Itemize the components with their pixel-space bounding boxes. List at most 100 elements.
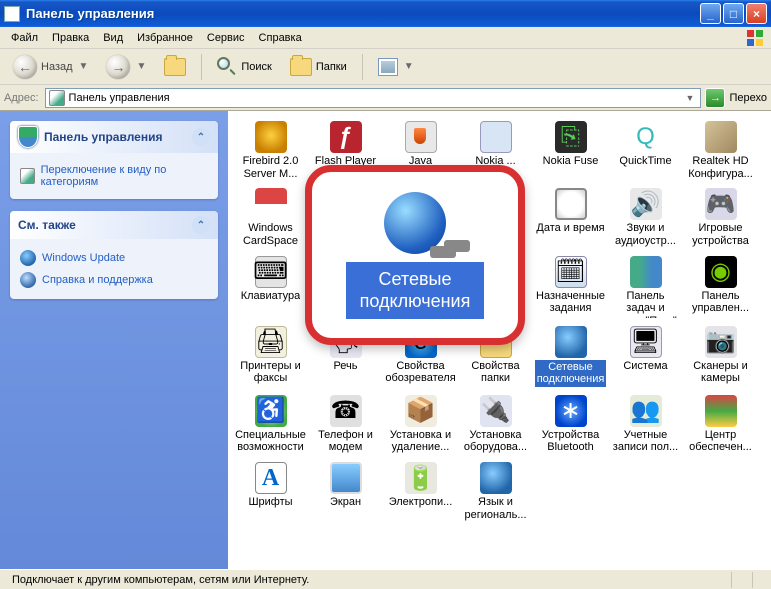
switch-category-view-link[interactable]: Переключение к виду по категориям <box>20 161 208 191</box>
item-label: Экран <box>330 496 361 509</box>
item-label: Телефон и модем <box>311 429 380 454</box>
panel-title: См. также <box>18 218 76 232</box>
item-windows-cardspace[interactable]: Windows CardSpace <box>234 186 307 249</box>
menu-edit[interactable]: Правка <box>45 30 96 46</box>
item-scanners-cameras[interactable]: 📷Сканеры и камеры <box>684 324 757 389</box>
item-empty <box>534 460 607 523</box>
item-add-hardware[interactable]: 🔌Установка оборудова... <box>459 393 532 456</box>
item-label: Устройства Bluetooth <box>536 429 605 454</box>
gamepad-icon: 🎮 <box>705 188 737 220</box>
item-fonts[interactable]: AШрифты <box>234 460 307 523</box>
item-realtek-hd[interactable]: Realtek HD Конфигура... <box>684 119 757 182</box>
maximize-button[interactable]: □ <box>723 3 744 24</box>
menu-favorites[interactable]: Избранное <box>130 30 200 46</box>
item-label: Свойства папки <box>461 360 530 385</box>
printer-icon: 🖨 <box>255 326 287 358</box>
sidebar: Панель управления ⌃ Переключение к виду … <box>0 111 228 569</box>
menubar: Файл Правка Вид Избранное Сервис Справка <box>0 27 771 49</box>
item-regional-language[interactable]: Язык и региональ... <box>459 460 532 523</box>
item-label: Электропи... <box>389 496 453 509</box>
cardspace-icon <box>255 188 287 220</box>
menu-tools[interactable]: Сервис <box>200 30 252 46</box>
panel-header[interactable]: Панель управления ⌃ <box>10 121 218 153</box>
item-system[interactable]: 🖥 Система <box>609 324 682 389</box>
forward-arrow-icon: → <box>106 55 130 79</box>
category-view-icon <box>20 168 35 184</box>
quicktime-icon: Q <box>630 121 662 153</box>
speaker-icon <box>705 121 737 153</box>
menu-view[interactable]: Вид <box>96 30 130 46</box>
item-label: Речь <box>333 360 357 373</box>
item-label: Назначенные задания <box>536 290 605 315</box>
item-nvidia-panel[interactable]: ◉Панель управлен... <box>684 254 757 320</box>
panel-header[interactable]: См. также ⌃ <box>10 211 218 239</box>
item-quicktime[interactable]: QQuickTime <box>609 119 682 182</box>
collapse-icon[interactable]: ⌃ <box>192 128 210 146</box>
item-printers-faxes[interactable]: 🖨Принтеры и факсы <box>234 324 307 389</box>
item-label: Система <box>623 360 667 373</box>
views-dropdown-icon: ▼ <box>404 61 414 72</box>
clock-icon <box>555 188 587 220</box>
item-label: Сетевые подключения <box>535 360 607 387</box>
item-sounds-audio[interactable]: 🔊Звуки и аудиоустр... <box>609 186 682 249</box>
address-dropdown-icon[interactable]: ▼ <box>682 93 697 103</box>
java-icon <box>405 121 437 153</box>
item-display[interactable]: Экран <box>309 460 382 523</box>
display-icon <box>330 462 362 494</box>
system-icon: 🖥 <box>630 326 662 358</box>
windows-update-link[interactable]: Windows Update <box>20 247 208 269</box>
item-phone-modem[interactable]: ☎Телефон и модем <box>309 393 382 456</box>
item-accessibility[interactable]: ♿Специальные возможности <box>234 393 307 456</box>
item-label: Клавиатура <box>241 290 301 303</box>
item-label: Firebird 2.0 Server M... <box>236 155 305 180</box>
search-button[interactable]: Поиск <box>210 54 278 80</box>
back-label: Назад <box>41 61 73 73</box>
fonts-icon: A <box>255 462 287 494</box>
item-label: Звуки и аудиоустр... <box>611 222 680 247</box>
go-label: Перехо <box>729 92 767 104</box>
item-label: Панель управлен... <box>686 290 755 315</box>
titlebar: Панель управления _ □ × <box>0 0 771 27</box>
item-power-options[interactable]: 🔋Электропи... <box>384 460 457 523</box>
item-bluetooth-devices[interactable]: ∗Устройства Bluetooth <box>534 393 607 456</box>
item-keyboard[interactable]: ⌨Клавиатура <box>234 254 307 320</box>
toolbar-separator <box>362 54 363 80</box>
item-security-center[interactable]: Центр обеспечен... <box>684 393 757 456</box>
collapse-icon[interactable]: ⌃ <box>192 216 210 234</box>
security-center-icon <box>705 395 737 427</box>
go-button[interactable]: → <box>705 88 725 108</box>
item-firebird[interactable]: Firebird 2.0 Server M... <box>234 119 307 182</box>
forward-button[interactable]: → ▼ <box>99 52 153 82</box>
address-value: Панель управления <box>69 92 679 104</box>
item-scheduled-tasks[interactable]: 🗓Назначенные задания <box>534 254 607 320</box>
folders-button[interactable]: Папки <box>283 55 354 79</box>
item-network-connections[interactable]: Сетевые подключения <box>534 324 607 389</box>
globe-icon <box>20 250 36 266</box>
item-label: Игровые устройства <box>686 222 755 247</box>
item-nokia-fuse[interactable]: ⎘Nokia Fuse <box>534 119 607 182</box>
help-support-link[interactable]: Справка и поддержка <box>20 269 208 291</box>
tasks-icon: 🗓 <box>555 256 587 288</box>
folders-icon <box>290 58 312 76</box>
minimize-button[interactable]: _ <box>700 3 721 24</box>
item-label: Nokia Fuse <box>543 155 599 168</box>
item-user-accounts[interactable]: 👥Учетные записи пол... <box>609 393 682 456</box>
item-taskbar-start-menu[interactable]: Панель задач и меню "Пуск" <box>609 254 682 320</box>
views-button[interactable]: ▼ <box>371 55 421 79</box>
up-button[interactable] <box>157 55 193 79</box>
menu-file[interactable]: Файл <box>4 30 45 46</box>
back-button[interactable]: ← Назад ▼ <box>6 52 95 82</box>
flash-icon: ƒ <box>330 121 362 153</box>
windows-flag-icon <box>747 30 765 46</box>
item-game-controllers[interactable]: 🎮Игровые устройства <box>684 186 757 249</box>
close-button[interactable]: × <box>746 3 767 24</box>
address-input[interactable]: Панель управления ▼ <box>45 88 702 108</box>
item-empty <box>684 460 757 523</box>
item-label: Центр обеспечен... <box>686 429 755 454</box>
sidebar-panel-control-panel: Панель управления ⌃ Переключение к виду … <box>10 121 218 199</box>
modem-icon: ☎ <box>330 395 362 427</box>
item-add-remove-programs[interactable]: 📦Установка и удаление... <box>384 393 457 456</box>
item-date-time[interactable]: Дата и время <box>534 186 607 249</box>
menu-help[interactable]: Справка <box>252 30 309 46</box>
back-arrow-icon: ← <box>13 55 37 79</box>
